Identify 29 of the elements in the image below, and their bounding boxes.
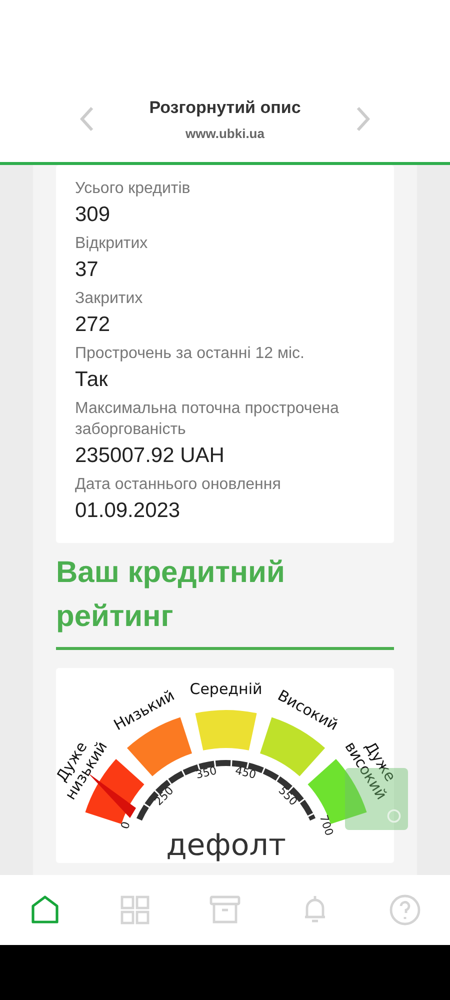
archive-box-icon [209, 894, 241, 926]
field-value: 01.09.2023 [75, 498, 182, 524]
tick-label: 700 [316, 813, 336, 838]
home-icon [29, 894, 61, 926]
forward-icon[interactable] [354, 105, 371, 133]
field-value: 272 [75, 312, 112, 338]
field-label: Максимальна поточна прострочена заборгованість [75, 399, 340, 440]
tick-label: 0 [118, 820, 133, 831]
field-label: Усього кредитів [75, 179, 192, 199]
website-address: www.ubki.ua [184, 126, 266, 140]
field-label: Відкритих [75, 234, 149, 254]
help-icon [389, 894, 421, 926]
field-value: 235007.92 UAH [75, 443, 226, 469]
tick-label: 350 [194, 764, 218, 782]
field-label: Прострочень за останні 12 міс. [75, 344, 306, 364]
field-label: Дата останнього оновлення [75, 475, 282, 495]
page-title: Розгорнутий опис [149, 98, 301, 118]
field-value: Так [75, 367, 109, 393]
field-value: 309 [75, 202, 112, 228]
tick-label: 450 [234, 764, 258, 782]
tick-label: 250 [152, 784, 176, 808]
tick-label: 550 [276, 784, 300, 808]
field-label: Закритих [75, 289, 144, 309]
gauge-label: Середній [190, 680, 262, 698]
section-heading: Ваш кредитний рейтинг [56, 551, 394, 650]
grid-icon [119, 894, 151, 926]
rating-verdict: дефолт [166, 828, 286, 863]
back-icon[interactable] [79, 105, 96, 133]
field-value: 37 [75, 257, 100, 283]
